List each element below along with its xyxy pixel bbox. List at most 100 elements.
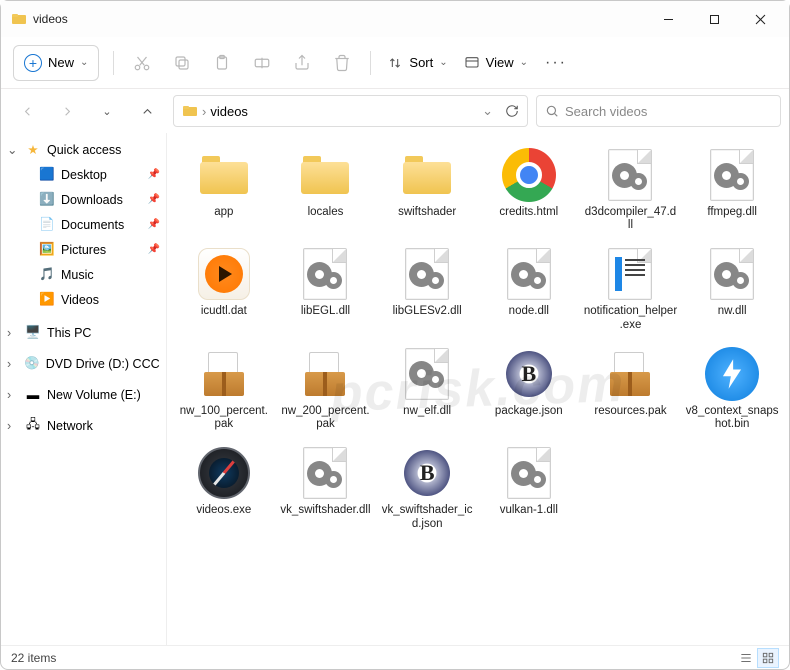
- files-pane[interactable]: pcrisk.com applocalesswiftshadercredits.…: [167, 133, 789, 645]
- pak-icon: [196, 346, 252, 402]
- view-button[interactable]: View ⌄: [456, 45, 536, 81]
- quick-access-label: Quick access: [47, 143, 121, 157]
- sidebar-network[interactable]: ›🖧Network: [1, 413, 166, 438]
- file-label: resources.pak: [594, 405, 666, 431]
- file-item[interactable]: Bvk_swiftshader_icd.json: [376, 441, 478, 534]
- file-item[interactable]: resources.pak: [580, 342, 682, 435]
- file-item[interactable]: locales: [275, 143, 377, 236]
- file-item[interactable]: ffmpeg.dll: [681, 143, 783, 236]
- file-label: v8_context_snapshot.bin: [685, 405, 779, 431]
- pc-icon: 🖥️: [25, 325, 41, 341]
- file-label: node.dll: [509, 305, 549, 331]
- recent-button[interactable]: ⌄: [89, 95, 125, 127]
- pin-icon: 📌: [148, 194, 160, 205]
- sort-button[interactable]: Sort ⌄: [379, 45, 455, 81]
- copy-button[interactable]: [162, 45, 202, 81]
- v8-icon: [704, 346, 760, 402]
- file-item[interactable]: nw_200_percent.pak: [275, 342, 377, 435]
- file-item[interactable]: nw_elf.dll: [376, 342, 478, 435]
- sidebar: ⌄ ★ Quick access 🟦Desktop📌⬇️Downloads📌📄D…: [1, 133, 167, 645]
- folder-icon: [196, 147, 252, 203]
- delete-button[interactable]: [322, 45, 362, 81]
- file-label: ffmpeg.dll: [707, 206, 757, 232]
- back-button[interactable]: [9, 95, 45, 127]
- details-view-button[interactable]: [735, 648, 757, 668]
- sidebar-item-desktop[interactable]: 🟦Desktop📌: [1, 162, 166, 187]
- more-button[interactable]: ···: [536, 45, 576, 81]
- file-item[interactable]: app: [173, 143, 275, 236]
- notif-icon: [602, 246, 658, 302]
- sidebar-item-videos[interactable]: ▶️Videos: [1, 287, 166, 312]
- status-bar: 22 items: [1, 645, 789, 669]
- search-placeholder: Search videos: [565, 104, 647, 119]
- dvd-label: DVD Drive (D:) CCCC: [46, 357, 160, 371]
- sidebar-this-pc[interactable]: ›🖥️This PC: [1, 320, 166, 345]
- dll-icon: [501, 445, 557, 501]
- chrome-icon: [501, 147, 557, 203]
- file-item[interactable]: v8_context_snapshot.bin: [681, 342, 783, 435]
- sidebar-item-music[interactable]: 🎵Music: [1, 262, 166, 287]
- network-label: Network: [47, 419, 93, 433]
- file-item[interactable]: icudtl.dat: [173, 242, 275, 335]
- file-label: libGLESv2.dll: [393, 305, 462, 331]
- breadcrumb-path[interactable]: videos: [210, 104, 248, 119]
- file-item[interactable]: libGLESv2.dll: [376, 242, 478, 335]
- refresh-button[interactable]: [505, 104, 519, 118]
- file-item[interactable]: Bpackage.json: [478, 342, 580, 435]
- cut-button[interactable]: [122, 45, 162, 81]
- up-button[interactable]: [129, 95, 165, 127]
- rename-button[interactable]: [242, 45, 282, 81]
- file-item[interactable]: node.dll: [478, 242, 580, 335]
- sidebar-quick-access[interactable]: ⌄ ★ Quick access: [1, 137, 166, 162]
- sidebar-item-label: Videos: [61, 293, 99, 307]
- sidebar-item-pictures[interactable]: 🖼️Pictures📌: [1, 237, 166, 262]
- file-item[interactable]: d3dcompiler_47.dll: [580, 143, 682, 236]
- file-label: nw.dll: [718, 305, 747, 331]
- plus-icon: +: [24, 54, 42, 72]
- file-item[interactable]: nw.dll: [681, 242, 783, 335]
- file-label: libEGL.dll: [301, 305, 350, 331]
- sidebar-item-label: Downloads: [61, 193, 123, 207]
- pictures-icon: 🖼️: [39, 242, 55, 258]
- dll-icon: [399, 246, 455, 302]
- network-icon: 🖧: [25, 418, 41, 434]
- chevron-down-icon[interactable]: ⌄: [482, 103, 493, 119]
- folder-icon: [182, 103, 198, 119]
- chevron-down-icon: ⌄: [520, 57, 528, 68]
- disc-icon: 💿: [24, 356, 40, 372]
- dll-icon: [399, 346, 455, 402]
- file-item[interactable]: nw_100_percent.pak: [173, 342, 275, 435]
- forward-button[interactable]: [49, 95, 85, 127]
- file-label: videos.exe: [196, 504, 251, 530]
- new-button[interactable]: + New ⌄: [13, 45, 99, 81]
- minimize-button[interactable]: [645, 3, 691, 35]
- sidebar-item-downloads[interactable]: ⬇️Downloads📌: [1, 187, 166, 212]
- newvol-label: New Volume (E:): [47, 388, 141, 402]
- close-button[interactable]: [737, 3, 783, 35]
- file-item[interactable]: videos.exe: [173, 441, 275, 534]
- file-label: nw_100_percent.pak: [177, 405, 271, 431]
- address-bar[interactable]: › videos ⌄: [173, 95, 528, 127]
- folder-icon: [399, 147, 455, 203]
- sidebar-new-volume[interactable]: ›▬New Volume (E:): [1, 382, 166, 407]
- sidebar-item-label: Desktop: [61, 168, 107, 182]
- file-item[interactable]: notification_helper.exe: [580, 242, 682, 335]
- pin-icon: 📌: [148, 169, 160, 180]
- icons-view-button[interactable]: [757, 648, 779, 668]
- folder-icon: [297, 147, 353, 203]
- paste-button[interactable]: [202, 45, 242, 81]
- maximize-button[interactable]: [691, 3, 737, 35]
- file-item[interactable]: libEGL.dll: [275, 242, 377, 335]
- sidebar-dvd-drive[interactable]: ›💿DVD Drive (D:) CCCC: [1, 351, 166, 376]
- sidebar-item-documents[interactable]: 📄Documents📌: [1, 212, 166, 237]
- chevron-down-icon: ⌄: [7, 142, 19, 157]
- file-item[interactable]: swiftshader: [376, 143, 478, 236]
- share-button[interactable]: [282, 45, 322, 81]
- file-item[interactable]: credits.html: [478, 143, 580, 236]
- file-label: app: [214, 206, 233, 232]
- pin-icon: 📌: [148, 244, 160, 255]
- file-item[interactable]: vk_swiftshader.dll: [275, 441, 377, 534]
- file-item[interactable]: vulkan-1.dll: [478, 441, 580, 534]
- search-input[interactable]: Search videos: [536, 95, 781, 127]
- toolbar: + New ⌄ Sort ⌄ View ⌄ ···: [1, 37, 789, 89]
